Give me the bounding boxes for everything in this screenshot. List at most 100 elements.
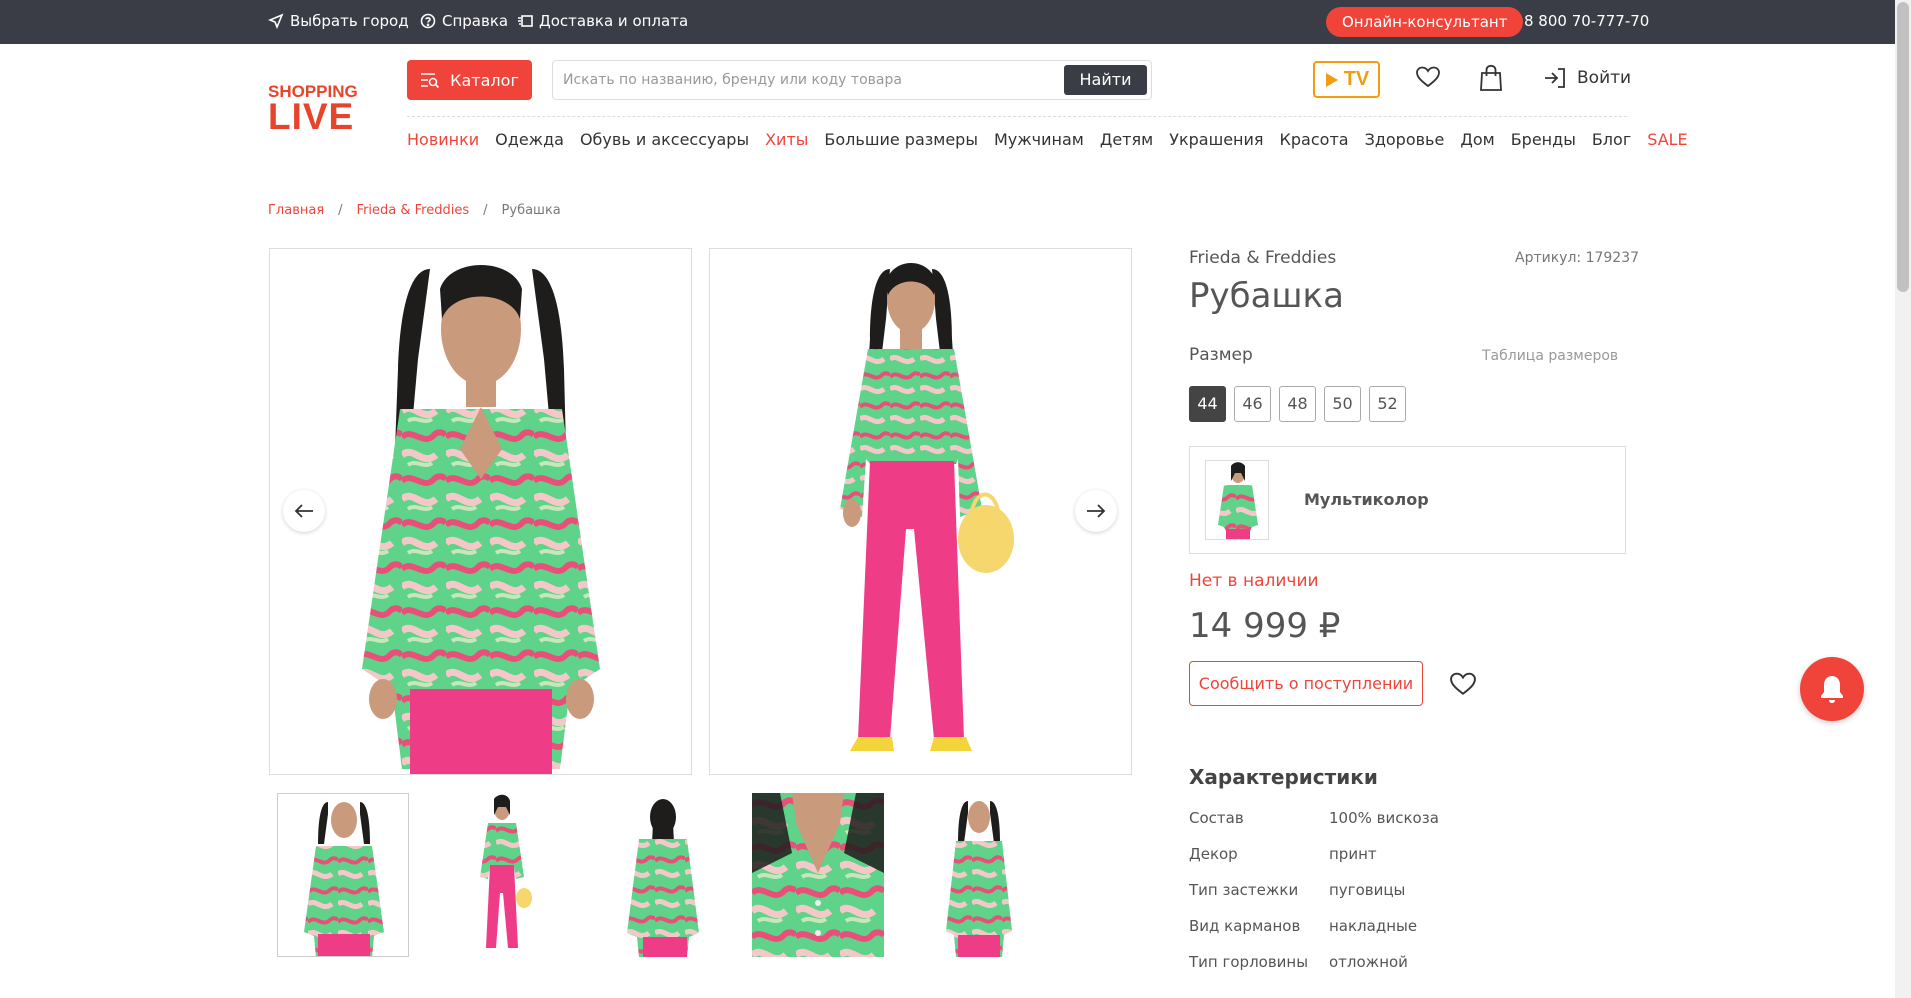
thumbnail-closeup-image [752,793,884,957]
delivery-label: Доставка и оплата [539,12,689,30]
location-arrow-icon [268,13,284,29]
gallery-prev-button[interactable] [283,490,325,532]
arrow-left-icon [294,504,313,518]
nav-item[interactable]: SALE [1647,130,1687,149]
heart-icon [1450,672,1476,695]
thumbnail-back-image [595,793,727,957]
tv-button[interactable]: TV [1313,61,1380,98]
size-option[interactable]: 48 [1279,386,1316,422]
characteristic-key: Вид карманов [1189,917,1301,935]
city-selector[interactable]: Выбрать город [268,12,409,30]
shopping-bag-icon [1480,64,1502,91]
product-article: Артикул: 179237 [1515,250,1640,266]
nav-item[interactable]: Новинки [407,130,479,149]
breadcrumb-separator: / [338,203,343,218]
characteristic-value: 100% вискоза [1329,809,1439,827]
characteristic-key: Состав [1189,809,1244,827]
characteristic-value: пуговицы [1329,881,1406,899]
nav-item[interactable]: Блог [1592,130,1631,149]
cart-button[interactable] [1479,64,1503,96]
thumbnail-front-image [278,794,408,956]
thumbnail-side-image [912,793,1044,957]
notifications-fab[interactable] [1800,657,1864,721]
nav-item[interactable]: Детям [1100,130,1153,149]
catalog-button[interactable]: Каталог [407,60,532,100]
online-consultant-button[interactable]: Онлайн-консультант [1326,7,1524,37]
nav-item[interactable]: Большие размеры [824,130,978,149]
breadcrumb-current: Рубашка [501,203,561,218]
header-divider [407,116,1627,117]
product-photo-front[interactable] [269,248,692,775]
search-button[interactable]: Найти [1064,65,1147,95]
thumbnail-full-image [436,793,568,957]
nav-item[interactable]: Бренды [1511,130,1576,149]
product-brand[interactable]: Frieda & Freddies [1189,248,1336,268]
size-options: 44 46 48 50 52 [1189,386,1406,422]
nav-item[interactable]: Дом [1460,130,1494,149]
thumbnail-1[interactable] [277,793,409,957]
add-to-favorites-button[interactable] [1450,672,1476,700]
search-input[interactable] [563,61,1053,99]
thumbnail-4[interactable] [752,793,884,957]
breadcrumb-home[interactable]: Главная [268,203,324,218]
nav-item[interactable]: Хиты [765,130,808,149]
size-option[interactable]: 44 [1189,386,1226,422]
stock-status: Нет в наличии [1189,571,1319,591]
product-title: Рубашка [1189,276,1344,316]
thumbnail-5[interactable] [912,793,1044,957]
nav-item[interactable]: Обувь и аксессуары [580,130,749,149]
nav-item[interactable]: Мужчинам [994,130,1084,149]
size-table-link[interactable]: Таблица размеров [1482,348,1618,364]
characteristic-key: Декор [1189,845,1238,863]
nav-item[interactable]: Одежда [495,130,564,149]
login-button[interactable]: Войти [1543,67,1631,89]
thumbnail-2[interactable] [436,793,568,957]
bell-icon [1821,676,1843,703]
size-option[interactable]: 46 [1234,386,1271,422]
size-option[interactable]: 50 [1324,386,1361,422]
breadcrumb: Главная / Frieda & Freddies / Рубашка [268,203,561,218]
login-icon [1545,68,1565,88]
help-icon [420,13,436,29]
main-nav: Новинки Одежда Обувь и аксессуары Хиты Больш… [407,130,1704,149]
nav-item[interactable]: Украшения [1169,130,1263,149]
favorites-button[interactable] [1416,66,1440,92]
heart-icon [1416,66,1440,88]
characteristic-value: принт [1329,845,1377,863]
play-icon [1325,72,1338,87]
breadcrumb-separator: / [483,203,488,218]
characteristic-value: накладные [1329,917,1418,935]
color-card[interactable]: Мультиколор [1189,446,1626,554]
color-swatch[interactable] [1205,460,1269,540]
city-selector-label: Выбрать город [290,12,409,30]
characteristics-title: Характеристики [1189,765,1378,789]
arrow-right-icon [1087,504,1106,518]
phone-number[interactable]: 8 800 70-777-70 [1524,12,1649,30]
help-label: Справка [442,12,509,30]
catalog-menu-icon [421,73,440,89]
tv-label: TV [1343,68,1370,90]
scrollbar[interactable] [1895,0,1911,998]
scrollbar-thumb[interactable] [1897,2,1909,292]
catalog-label: Каталог [450,70,519,90]
model-front-image [270,249,691,774]
login-label: Войти [1577,68,1632,88]
nav-item[interactable]: Красота [1280,130,1349,149]
color-swatch-image [1206,461,1268,539]
nav-item[interactable]: Здоровье [1365,130,1445,149]
characteristic-key: Тип застежки [1189,881,1299,899]
thumbnail-3[interactable] [595,793,727,957]
help-link[interactable]: Справка [420,12,508,30]
size-option[interactable]: 52 [1369,386,1406,422]
model-full-image [710,249,1131,774]
top-bar: Выбрать город Справка Доставка и оплата … [0,0,1895,44]
delivery-link[interactable]: Доставка и оплата [517,12,688,30]
gallery-next-button[interactable] [1075,490,1117,532]
product-photo-full[interactable] [709,248,1132,775]
notify-button[interactable]: Сообщить о поступлении [1189,661,1423,706]
product-price: 14 999 ₽ [1189,606,1341,646]
size-label: Размер [1189,345,1253,365]
search-box: Найти [552,60,1152,100]
shopping-live-logo[interactable]: SHOPPING LIVE [268,83,360,135]
breadcrumb-brand[interactable]: Frieda & Freddies [357,203,470,218]
